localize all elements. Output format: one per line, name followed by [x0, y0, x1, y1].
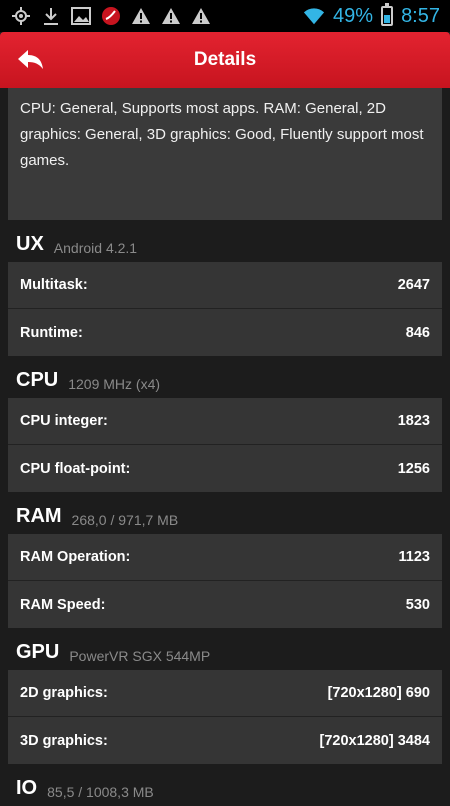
score-row[interactable]: Multitask: 2647	[8, 262, 442, 309]
score-group: Multitask: 2647 Runtime: 846	[8, 262, 442, 356]
score-value: 1123	[398, 549, 430, 565]
gps-icon	[10, 5, 32, 27]
app-icon	[100, 5, 122, 27]
section-header: UX Android 4.2.1	[0, 220, 450, 262]
section-title: IO	[16, 777, 38, 799]
score-label: 2D graphics:	[20, 685, 108, 701]
section-header: CPU 1209 MHz (x4)	[0, 356, 450, 398]
section-header: RAM 268,0 / 971,7 MB	[0, 492, 450, 534]
section-subtitle: PowerVR SGX 544MP	[69, 648, 211, 664]
score-label: CPU float-point:	[20, 460, 131, 477]
section-subtitle: Android 4.2.1	[53, 240, 138, 256]
page-title: Details	[193, 49, 257, 70]
warning-icon	[160, 5, 182, 27]
clock: 8:57	[401, 4, 440, 27]
wifi-icon	[303, 5, 325, 27]
action-bar: Details	[0, 32, 450, 88]
section-subtitle: 268,0 / 971,7 MB	[71, 512, 179, 528]
score-value: 1256	[397, 460, 430, 477]
score-row[interactable]: RAM Operation: 1123	[8, 534, 442, 581]
back-button[interactable]	[0, 32, 60, 88]
score-row[interactable]: CPU integer: 1823	[8, 398, 442, 445]
score-label: 3D graphics:	[20, 732, 108, 749]
section-subtitle: 85,5 / 1008,3 MB	[47, 784, 154, 800]
back-arrow-icon	[18, 50, 43, 69]
score-label: RAM Speed:	[20, 596, 106, 613]
download-icon	[40, 5, 62, 27]
score-group: 2D graphics: [720x1280] 690 3D graphics: [7…	[8, 670, 442, 764]
score-value: 2647	[397, 277, 430, 293]
score-label: CPU integer:	[20, 413, 108, 429]
score-group: CPU integer: 1823 CPU float-point: 1256	[8, 398, 442, 492]
score-row[interactable]: Runtime: 846	[8, 309, 442, 356]
image-icon	[70, 5, 92, 27]
section-title: RAM	[16, 505, 62, 527]
score-label: Runtime:	[20, 324, 83, 341]
score-value: [720x1280] 690	[327, 685, 430, 701]
score-label: Multitask:	[20, 277, 88, 293]
section-title: CPU	[16, 369, 59, 391]
status-bar: 49% 8:57	[0, 0, 450, 32]
battery-percent: 49%	[333, 4, 374, 27]
section-title: UX	[16, 233, 44, 255]
battery-icon	[381, 3, 394, 26]
section-subtitle: 1209 MHz (x4)	[68, 376, 161, 392]
score-row[interactable]: RAM Speed: 530	[8, 581, 442, 628]
warning-icon	[130, 5, 152, 27]
section-header: GPU PowerVR SGX 544MP	[0, 628, 450, 670]
details-list[interactable]: CPU: General, Supports most apps. RAM: G…	[0, 88, 450, 806]
section-title: GPU	[16, 641, 60, 663]
score-label: RAM Operation:	[20, 549, 131, 565]
description-card: CPU: General, Supports most apps. RAM: G…	[8, 88, 442, 220]
score-row[interactable]: CPU float-point: 1256	[8, 445, 442, 492]
score-row[interactable]: 3D graphics: [720x1280] 3484	[8, 717, 442, 764]
score-row[interactable]: 2D graphics: [720x1280] 690	[8, 670, 442, 717]
score-value: 846	[405, 324, 430, 341]
score-value: 1823	[397, 413, 430, 429]
score-value: [720x1280] 3484	[319, 732, 430, 749]
score-group: RAM Operation: 1123 RAM Speed: 530	[8, 534, 442, 628]
score-value: 530	[405, 596, 430, 613]
warning-icon	[190, 5, 212, 27]
